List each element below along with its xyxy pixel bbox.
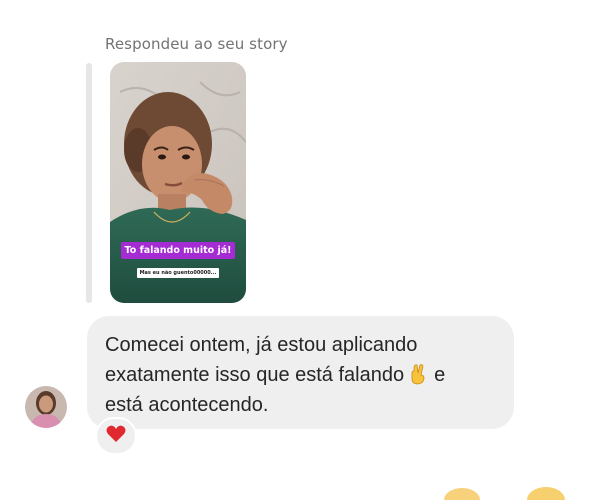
sender-avatar[interactable] xyxy=(25,386,67,428)
story-text-label: To falando muito já! xyxy=(120,242,236,259)
message-text: Comecei ontem, já estou aplicando exatam… xyxy=(105,330,496,420)
message-line-3: está acontecendo. xyxy=(105,394,269,416)
emoji-peek-right xyxy=(527,487,565,500)
story-subtext-label: Mas eu não guento00000... xyxy=(136,268,220,278)
message-line-2-end: e xyxy=(434,364,446,386)
story-thumbnail[interactable]: To falando muito já! Mas eu não guento00… xyxy=(110,62,246,303)
crossed-fingers-icon xyxy=(408,363,428,385)
heart-reaction[interactable] xyxy=(95,417,137,455)
quote-bar xyxy=(86,63,92,303)
story-caption: To falando muito já! Mas eu não guento00… xyxy=(110,238,246,278)
heart-icon xyxy=(106,425,126,447)
emoji-peek-left xyxy=(444,488,480,500)
story-reply-caption: Respondeu ao seu story xyxy=(105,35,288,53)
dm-thread: Respondeu ao seu story To falando muito … xyxy=(0,0,600,500)
message-line-2: exatamente isso que está falando xyxy=(105,364,405,386)
message-line-1: Comecei ontem, já estou aplicando xyxy=(105,334,418,356)
message-bubble[interactable]: Comecei ontem, já estou aplicando exatam… xyxy=(87,316,514,429)
